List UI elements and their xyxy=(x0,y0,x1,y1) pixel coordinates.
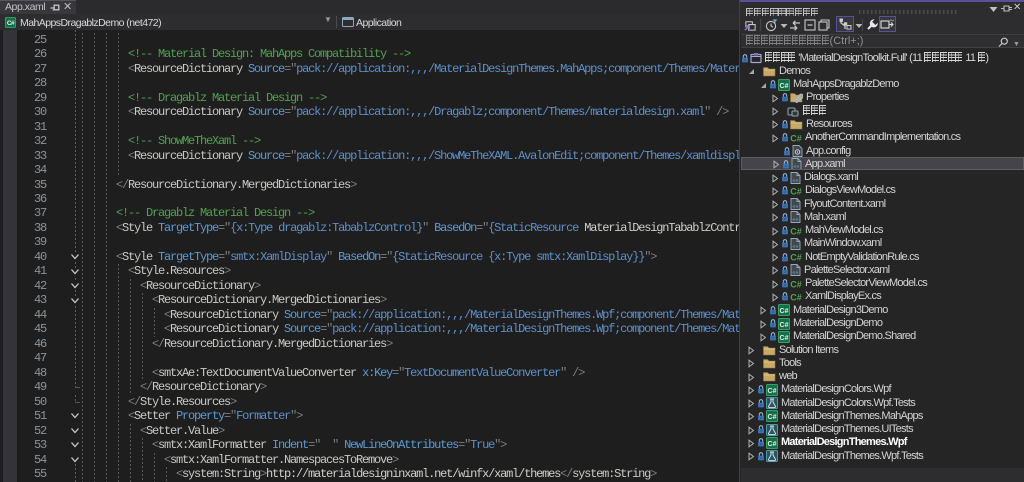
svg-text:C#: C# xyxy=(790,279,802,289)
svg-text:C#: C# xyxy=(790,186,802,196)
svg-text:C#: C# xyxy=(768,441,777,448)
svg-text:«»: «» xyxy=(792,217,798,223)
svg-text:C#: C# xyxy=(7,20,15,27)
svg-text:C#: C# xyxy=(768,388,777,395)
svg-text:«»: «» xyxy=(792,178,798,184)
svg-text:C#: C# xyxy=(780,82,789,89)
svg-text:C#: C# xyxy=(780,321,789,328)
svg-text:«»: «» xyxy=(792,270,798,276)
svg-text:C#: C# xyxy=(790,133,802,143)
svg-text:C#: C# xyxy=(790,293,802,303)
svg-text:C#: C# xyxy=(780,335,789,342)
svg-text:«»: «» xyxy=(792,244,798,250)
svg-text:C#: C# xyxy=(790,226,802,236)
svg-text:«»: «» xyxy=(793,164,799,170)
svg-text:C#: C# xyxy=(768,414,777,421)
svg-text:C#: C# xyxy=(780,308,789,315)
svg-text:«»: «» xyxy=(792,204,798,210)
svg-text:C#: C# xyxy=(790,253,802,263)
